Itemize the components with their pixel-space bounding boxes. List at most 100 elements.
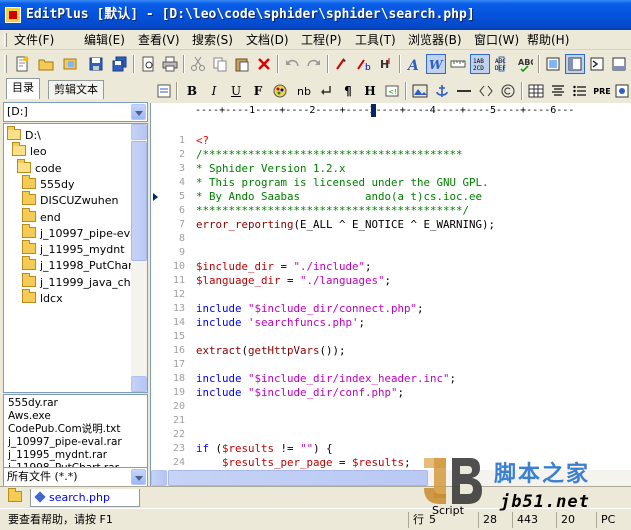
nbsp-button[interactable]: nb [294, 81, 314, 101]
tree-item[interactable]: j_11995_mydnt [22, 240, 125, 258]
paste-icon[interactable] [232, 54, 252, 74]
menu-item[interactable]: 工程(P) [301, 32, 342, 48]
editplus-app-icon[interactable] [5, 7, 21, 23]
word-wrap-icon[interactable]: W [426, 54, 446, 74]
html-toolbar-icon[interactable] [154, 81, 174, 101]
save-icon[interactable] [86, 54, 106, 74]
code-line[interactable]: * This program is licensed under the GNU… [196, 176, 489, 190]
open-folder-icon[interactable] [36, 54, 56, 74]
tree-item[interactable]: j_11999_java_cha [22, 272, 137, 291]
list-icon[interactable] [570, 81, 590, 101]
scroll-left-button[interactable] [151, 470, 167, 486]
code-line[interactable]: include "$include_dir/index_header.inc"; [196, 372, 456, 386]
menu-item[interactable]: 文档(D) [246, 32, 289, 48]
code-line[interactable]: <? [196, 134, 209, 148]
cliptext-window-icon[interactable] [609, 54, 629, 74]
menu-item[interactable]: 文件(F) [14, 32, 54, 48]
ruler-icon[interactable] [448, 54, 468, 74]
chevron-down-icon[interactable] [131, 469, 146, 485]
tree-item[interactable]: DISCUZwuhen [22, 191, 118, 209]
line-break-icon[interactable] [316, 81, 336, 101]
toolbar-grip[interactable] [4, 55, 7, 73]
goto-icon[interactable]: H [376, 54, 396, 74]
drive-select[interactable]: [D:] [3, 102, 148, 122]
menu-item[interactable]: 浏览器(B) [408, 32, 462, 48]
menu-grip[interactable] [4, 33, 7, 47]
tree-item[interactable]: j_11998_PutChart [22, 256, 137, 274]
code-line[interactable]: $include_dir = "./include"; [196, 260, 372, 274]
new-file-icon[interactable] [12, 54, 32, 74]
file-list-item[interactable]: 555dy.rar [8, 397, 58, 410]
file-list-item[interactable]: j_11995_mydnt.rar [8, 449, 107, 462]
code-line[interactable]: * By Ando Saabas ando(a t)cs.ioc.ee [196, 190, 482, 204]
folder-icon[interactable] [8, 488, 26, 504]
copy-icon[interactable] [210, 54, 230, 74]
font-icon[interactable]: A [404, 54, 424, 74]
line-number-icon[interactable]: 1AB 2CD [470, 54, 490, 74]
code-line[interactable]: ****************************************… [196, 204, 469, 218]
tree-vertical-scrollbar[interactable] [131, 124, 147, 392]
find-replace-icon[interactable]: b [354, 54, 374, 74]
tab-cliptext[interactable]: 剪辑文本 [48, 80, 104, 99]
tab-directory[interactable]: 目录 [6, 78, 40, 99]
code-line[interactable]: include "$include_dir/conf.php"; [196, 386, 404, 400]
file-filter-select[interactable]: 所有文件 (*.*) [3, 467, 148, 487]
menu-item[interactable]: 工具(T) [355, 32, 396, 48]
column-select-icon[interactable]: ABC DEF [492, 54, 512, 74]
bold-button[interactable]: B [182, 81, 202, 101]
input-tag-icon[interactable] [476, 81, 496, 101]
cut-icon[interactable] [188, 54, 208, 74]
color-icon[interactable] [270, 81, 290, 101]
undo-icon[interactable] [282, 54, 302, 74]
tree-item[interactable]: j_10997_pipe-eval [22, 223, 140, 242]
align-center-icon[interactable] [548, 81, 568, 101]
file-list-item[interactable]: CodePub.Com说明.txt [8, 423, 120, 436]
code-line[interactable]: $language_dir = "./languages"; [196, 274, 391, 288]
code-line[interactable]: error_reporting(E_ALL ^ E_NOTICE ^ E_WAR… [196, 218, 495, 232]
menu-item[interactable]: 搜索(S) [192, 32, 233, 48]
code-line[interactable]: include 'searchfuncs.php'; [196, 316, 365, 330]
menu-item[interactable]: 编辑(E) [84, 32, 125, 48]
horizontal-scroll-thumb[interactable] [168, 470, 428, 486]
heading-button[interactable]: H [360, 81, 380, 101]
pre-button[interactable]: PRE [592, 81, 612, 101]
save-all-icon[interactable] [110, 54, 130, 74]
menu-item[interactable]: 帮助(H) [527, 32, 569, 48]
find-icon[interactable] [332, 54, 352, 74]
spell-icon[interactable]: ABC [515, 54, 535, 74]
open-remote-icon[interactable] [60, 54, 80, 74]
image-icon[interactable] [410, 81, 430, 101]
fullscreen-icon[interactable] [543, 54, 563, 74]
browser-preview-icon[interactable] [612, 81, 631, 101]
comment-icon[interactable]: <! [382, 81, 402, 101]
table-icon[interactable] [526, 81, 546, 101]
italic-button[interactable]: I [204, 81, 224, 101]
file-list-item[interactable]: j_10997_pipe-eval.rar [8, 436, 122, 449]
delete-icon[interactable] [254, 54, 274, 74]
code-line[interactable]: * Sphider Version 1.2.x [196, 162, 346, 176]
tree-scroll-thumb[interactable] [131, 141, 147, 261]
file-list-item[interactable]: Aws.exe [8, 410, 51, 423]
print-preview-icon[interactable] [138, 54, 158, 74]
directory-window-icon[interactable] [565, 54, 585, 74]
copyright-icon[interactable] [498, 81, 518, 101]
scroll-down-button[interactable] [131, 376, 147, 392]
title-bar[interactable]: EditPlus [默认] - [D:\leo\code\sphider\sph… [0, 0, 631, 30]
code-line[interactable]: /***************************************… [196, 148, 463, 162]
redo-icon[interactable] [304, 54, 324, 74]
paragraph-icon[interactable]: ¶ [338, 81, 358, 101]
output-window-icon[interactable] [587, 54, 607, 74]
tree-item[interactable]: ldcx [22, 289, 63, 307]
code-line[interactable]: include "$include_dir/connect.php"; [196, 302, 424, 316]
font-tag-button[interactable]: F [248, 81, 268, 101]
code-editor[interactable]: ----+----1----+----2----+----3----+----4… [150, 103, 631, 486]
anchor-icon[interactable] [432, 81, 452, 101]
print-icon[interactable] [160, 54, 180, 74]
code-line[interactable]: extract(getHttpVars()); [196, 344, 346, 358]
horizontal-rule-icon[interactable] [454, 81, 474, 101]
menu-item[interactable]: 窗口(W) [474, 32, 519, 48]
underline-button[interactable]: U [226, 81, 246, 101]
code-line[interactable]: $results_per_page = $results; [196, 456, 411, 470]
doc-tab-search-php[interactable]: search.php [30, 489, 140, 507]
scroll-up-button[interactable] [131, 124, 147, 140]
